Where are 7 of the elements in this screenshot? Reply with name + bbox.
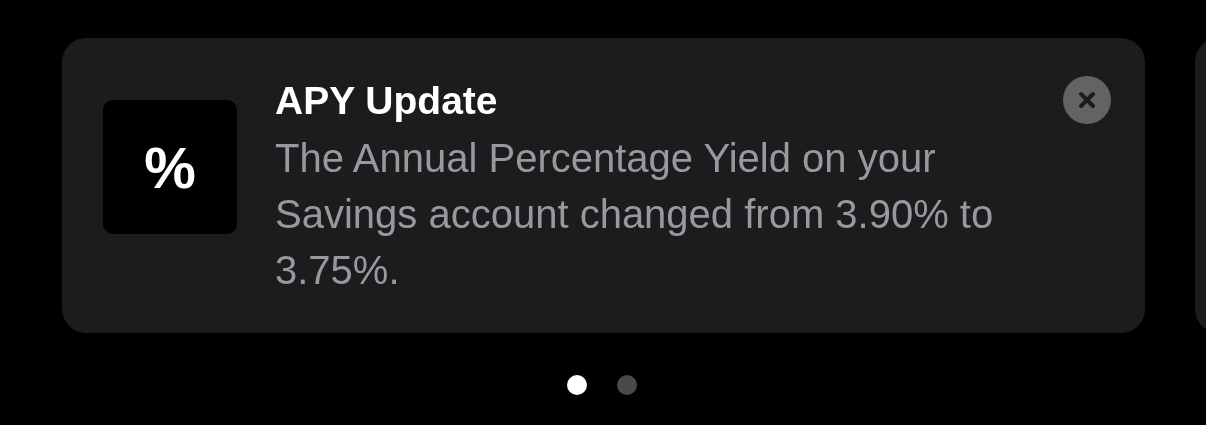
percent-tile: % (103, 100, 237, 234)
notification-body: The Annual Percentage Yield on your Savings account changed from 3.90% to 3.75%. (275, 135, 995, 294)
page-dot[interactable] (566, 375, 587, 395)
page-dot[interactable] (616, 375, 637, 395)
close-icon (1078, 91, 1096, 109)
notification-title: APY Update (275, 78, 499, 124)
close-button[interactable] (1063, 76, 1111, 124)
